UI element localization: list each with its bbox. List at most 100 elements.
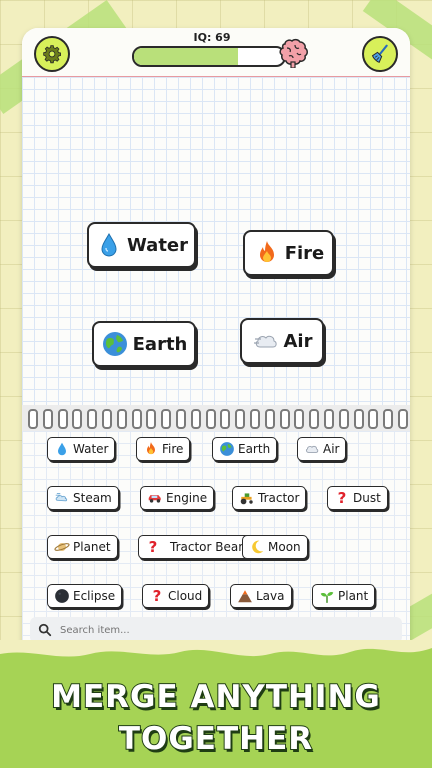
item-label: Air [323, 442, 340, 456]
question-mark-icon: ? [152, 587, 162, 605]
inventory-item-plant[interactable]: Plant [312, 584, 376, 608]
inventory-item-lava[interactable]: Lava [230, 584, 292, 608]
spiral-ring [220, 409, 231, 429]
inventory-item-water[interactable]: Water [47, 437, 116, 461]
spiral-ring [338, 409, 349, 429]
inventory-item-eclipse[interactable]: Eclipse [47, 584, 123, 608]
spiral-ring [279, 409, 290, 429]
spiral-ring [116, 409, 127, 429]
inventory-item-moon[interactable]: Moon [242, 535, 308, 559]
spiral-ring [353, 409, 364, 429]
search-icon [38, 623, 52, 637]
clear-board-button[interactable] [362, 36, 398, 72]
item-label: Tractor Beam [170, 540, 250, 554]
inventory-item-air[interactable]: Air [297, 437, 347, 461]
item-label: Tractor [258, 491, 300, 505]
item-label: Water [73, 442, 109, 456]
iq-progress-fill [134, 48, 238, 65]
wind-cloud-icon [306, 445, 319, 453]
spiral-ring [294, 409, 305, 429]
inventory-item-tractor[interactable]: Tractor [232, 486, 307, 510]
inventory-item-planet[interactable]: Planet [47, 535, 118, 559]
board-chip-air[interactable]: Air [240, 318, 324, 364]
inventory-item-engine[interactable]: Engine [140, 486, 215, 510]
item-label: Moon [268, 540, 301, 554]
new-moon-icon [55, 589, 69, 603]
inventory-item-earth[interactable]: Earth [212, 437, 278, 461]
earth-globe-icon [102, 332, 127, 356]
item-label: Engine [166, 491, 208, 505]
inventory-item-cloud[interactable]: ? Cloud [142, 584, 210, 608]
spiral-ring [235, 409, 246, 429]
volcano-icon [238, 590, 252, 603]
spiral-ring [72, 409, 83, 429]
question-mark-icon: ? [337, 489, 347, 507]
wind-cloud-icon [253, 335, 277, 348]
question-mark-icon: ? [148, 538, 158, 556]
item-label: Lava [256, 589, 285, 603]
iq-label: IQ: 69 [193, 31, 231, 44]
spiral-ring [102, 409, 112, 429]
seedling-icon [320, 592, 334, 603]
water-drop-icon [58, 442, 66, 456]
inventory-item-steam[interactable]: Steam [47, 486, 119, 510]
spiral-ring [309, 409, 320, 429]
chip-label: Earth [132, 333, 188, 355]
board-chip-water[interactable]: Water [87, 222, 196, 268]
game-card: IQ: 69 Water Fire Earth Air Water Fire E… [22, 28, 410, 668]
spiral-ring [368, 409, 379, 429]
spiral-ring [176, 409, 186, 429]
earth-globe-icon [220, 442, 234, 456]
car-icon [148, 495, 161, 503]
spiral-ring [205, 409, 216, 429]
gear-icon [43, 45, 61, 64]
item-label: Fire [162, 442, 184, 456]
spiral-ring [28, 409, 38, 429]
banner-headline: MERGE ANYTHING TOGETHER [0, 676, 432, 760]
spiral-ring [146, 409, 157, 429]
promo-banner: MERGE ANYTHING TOGETHER [0, 640, 432, 768]
tractor-icon [240, 493, 253, 505]
item-label: Planet [73, 540, 111, 554]
item-label: Dust [353, 491, 381, 505]
spiral-ring [383, 409, 394, 429]
item-label: Eclipse [73, 589, 116, 603]
item-label: Plant [338, 589, 369, 603]
spiral-ring [264, 409, 275, 429]
chip-label: Air [283, 330, 313, 352]
spiral-ring [190, 409, 201, 429]
top-bar: IQ: 69 [22, 28, 410, 77]
spiral-ring [398, 409, 408, 429]
spiral-ring [161, 409, 172, 429]
inventory-item-dust[interactable]: ? Dust [327, 486, 388, 510]
spiral-ring [87, 409, 98, 429]
iq-progress-bar [132, 46, 286, 67]
spiral-ring [250, 409, 260, 429]
water-drop-icon [101, 232, 117, 257]
spiral-ring [57, 409, 68, 429]
fire-icon [259, 241, 274, 262]
board-chip-earth[interactable]: Earth [92, 321, 196, 367]
merge-board[interactable]: Water Fire Earth Air [22, 77, 410, 405]
broom-icon [371, 44, 388, 63]
fire-icon [147, 442, 155, 455]
notebook-spiral [22, 405, 410, 432]
inventory-item-tractor-beam[interactable]: ? Tractor Beam [138, 535, 257, 559]
board-chip-fire[interactable]: Fire [243, 230, 334, 276]
spiral-ring [131, 409, 142, 429]
chip-label: Fire [284, 242, 325, 264]
banner-line-1: MERGE ANYTHING [50, 678, 381, 716]
steam-icon [55, 493, 68, 502]
inventory-panel: Water Fire Earth Air Steam Engine Tracto… [22, 431, 410, 668]
brain-icon [279, 38, 308, 68]
banner-wave [0, 640, 432, 657]
spiral-ring [42, 409, 53, 429]
inventory-item-fire[interactable]: Fire [136, 437, 191, 461]
crescent-moon-icon [252, 540, 264, 554]
item-label: Steam [73, 491, 112, 505]
settings-button[interactable] [34, 36, 70, 72]
chip-label: Water [126, 234, 189, 256]
search-input[interactable] [58, 623, 362, 637]
banner-line-2: TOGETHER [118, 720, 314, 758]
ringed-planet-icon [54, 543, 70, 551]
